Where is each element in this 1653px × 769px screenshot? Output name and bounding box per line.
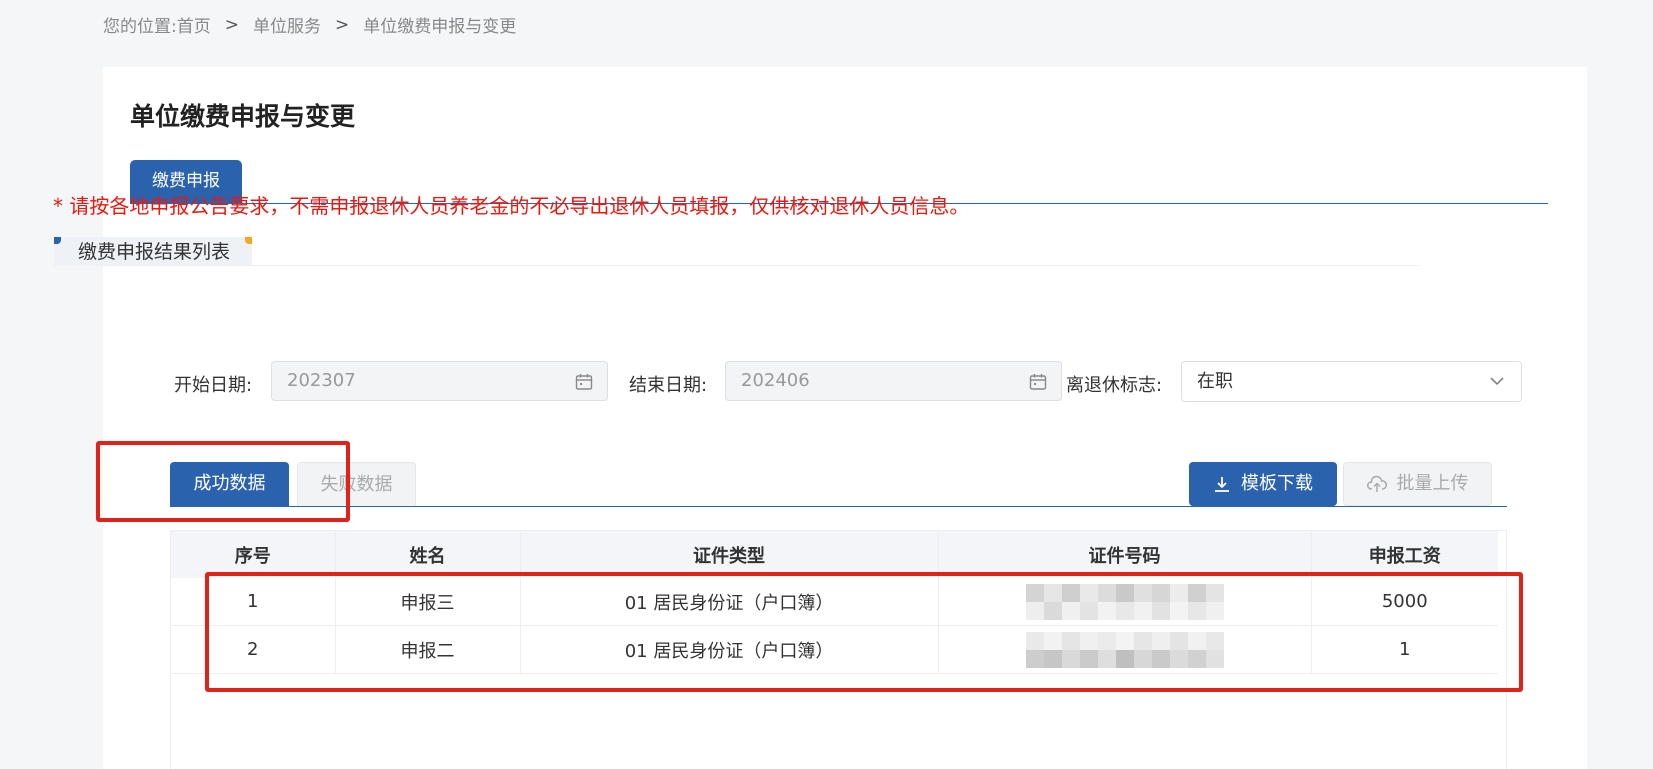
page-title: 单位缴费申报与变更 [130, 102, 356, 131]
start-date-label: 开始日期: [174, 375, 253, 396]
breadcrumb: 您的位置: 首页 > 单位服务 > 单位缴费申报与变更 [103, 12, 517, 38]
annotation-highlight-rows [205, 572, 1523, 692]
retire-flag-label: 离退休标志: [1066, 375, 1163, 396]
corner-decoration [245, 237, 253, 244]
retire-flag-select[interactable]: 在职 [1181, 361, 1522, 402]
chevron-down-icon [1490, 377, 1504, 386]
batch-upload-button[interactable]: 批量上传 [1343, 462, 1492, 506]
start-date-value: 202307 [287, 370, 356, 391]
section-title-text: 缴费申报结果列表 [78, 241, 231, 263]
column-header-salary: 申报工资 [1311, 531, 1498, 578]
batch-upload-label: 批量上传 [1396, 473, 1469, 494]
template-download-button[interactable]: 模板下载 [1189, 462, 1337, 506]
section-title: 缴费申报结果列表 [54, 237, 253, 265]
breadcrumb-prefix: 您的位置: [103, 17, 177, 37]
column-header-id-type: 证件类型 [520, 531, 939, 578]
breadcrumb-separator: > [334, 14, 350, 35]
column-header-index: 序号 [171, 531, 336, 578]
breadcrumb-current: 单位缴费申报与变更 [363, 17, 517, 37]
end-date-input[interactable]: 202406 [725, 361, 1062, 401]
calendar-icon [575, 374, 593, 390]
column-header-name: 姓名 [335, 531, 521, 578]
section-header: 缴费申报结果列表 [54, 237, 1419, 266]
end-date-label: 结束日期: [629, 375, 708, 396]
download-icon [1215, 477, 1229, 492]
column-header-id-number: 证件号码 [938, 531, 1312, 578]
notice-text: * 请按各地申报公告要求，不需申报退休人员养老金的不必导出退休人员填报，仅供核对… [53, 194, 970, 218]
breadcrumb-separator: > [224, 14, 239, 35]
end-date-value: 202406 [741, 370, 810, 391]
cloud-upload-icon [1366, 475, 1387, 492]
table-header-row: 序号 姓名 证件类型 证件号码 申报工资 [171, 531, 1498, 578]
breadcrumb-home[interactable]: 首页 [177, 12, 211, 37]
calendar-icon [1029, 374, 1047, 390]
annotation-highlight-tabs [96, 441, 350, 522]
retire-flag-value: 在职 [1197, 371, 1233, 392]
corner-decoration [54, 237, 61, 244]
breadcrumb-unit-service[interactable]: 单位服务 [253, 12, 321, 37]
template-download-label: 模板下载 [1241, 473, 1313, 494]
start-date-input[interactable]: 202307 [271, 361, 608, 401]
